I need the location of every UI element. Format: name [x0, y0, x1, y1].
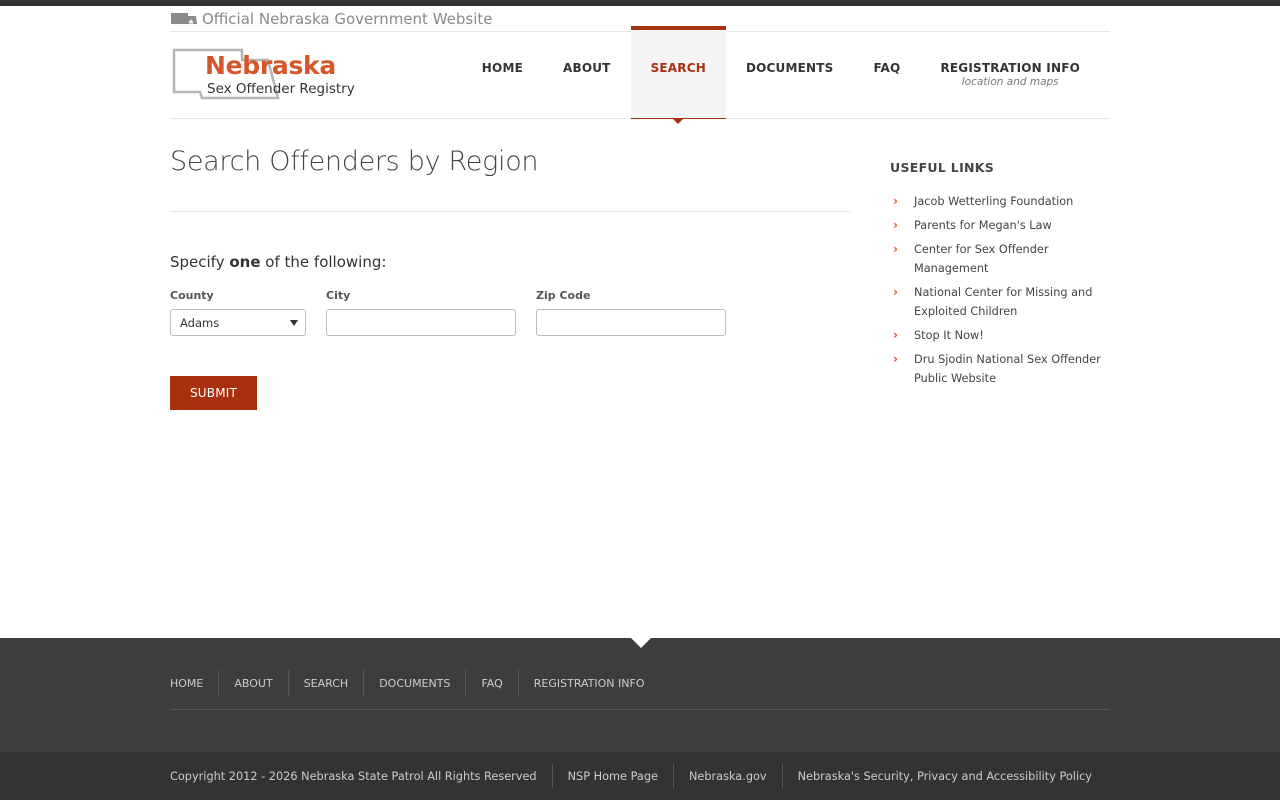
specify-prefix: Specify	[170, 253, 230, 271]
sidebar-title: USEFUL LINKS	[890, 160, 995, 175]
zip-label: Zip Code	[536, 289, 591, 302]
nav-faq-label: FAQ	[873, 61, 901, 75]
nav-home[interactable]: HOME	[462, 26, 543, 119]
list-item[interactable]: › Jacob Wetterling Foundation	[890, 192, 1110, 211]
nav-about-label: ABOUT	[562, 61, 611, 75]
submit-button[interactable]: SUBMIT	[170, 376, 257, 410]
link-text[interactable]: Center for Sex Offender Management	[914, 240, 1110, 278]
dropdown-arrow-icon	[290, 320, 298, 326]
nav-search[interactable]: SEARCH	[630, 26, 727, 124]
nsp-home-link[interactable]: NSP Home Page	[551, 764, 673, 788]
header-wrap: Official Nebraska Government Website Neb…	[170, 6, 1110, 124]
list-item[interactable]: › Center for Sex Offender Management	[890, 240, 1110, 278]
zip-field: Zip Code	[536, 289, 726, 336]
nav-registration-label: REGISTRATION INFO	[940, 61, 1080, 75]
city-label: City	[326, 289, 351, 302]
link-text[interactable]: Dru Sjodin National Sex Offender Public …	[914, 350, 1110, 388]
logo-subtitle: Sex Offender Registry	[207, 81, 355, 97]
nebraska-gov-link[interactable]: Nebraska.gov	[672, 764, 782, 788]
site-logo[interactable]: Nebraska Sex Offender Registry	[172, 48, 362, 104]
footer-bottom-bar: Copyright 2012 - 2026 Nebraska State Pat…	[0, 752, 1280, 800]
nav-registration-info[interactable]: REGISTRATION INFO location and maps	[920, 26, 1100, 119]
nav-registration-sub: location and maps	[961, 76, 1059, 88]
footer-nav-search[interactable]: SEARCH	[287, 670, 364, 696]
chevron-right-icon: ›	[893, 218, 898, 232]
chevron-right-icon: ›	[893, 242, 898, 256]
useful-links-list: › Jacob Wetterling Foundation › Parents fo…	[890, 192, 1110, 388]
link-text[interactable]: Jacob Wetterling Foundation	[914, 192, 1073, 211]
footer-divider	[170, 709, 1110, 710]
chevron-right-icon: ›	[893, 285, 898, 299]
main-nav: HOME ABOUT SEARCH DOCUMENTS FAQ REGISTRA…	[462, 26, 1100, 124]
chevron-right-icon: ›	[893, 194, 898, 208]
specify-suffix: of the following:	[260, 253, 387, 271]
privacy-policy-link[interactable]: Nebraska's Security, Privacy and Accessi…	[781, 764, 1107, 788]
footer-nav: HOME ABOUT SEARCH DOCUMENTS FAQ REGISTRA…	[170, 670, 1110, 696]
nav-faq[interactable]: FAQ	[854, 26, 921, 119]
nav-home-label: HOME	[481, 61, 523, 75]
list-item[interactable]: › National Center for Missing and Exploit…	[890, 283, 1110, 321]
site-header: Nebraska Sex Offender Registry HOME ABOU…	[170, 26, 1110, 124]
copyright-text: Copyright 2012 - 2026 Nebraska State Pat…	[170, 769, 537, 783]
page-title: Search Offenders by Region	[170, 146, 539, 177]
county-field: County Adams	[170, 289, 306, 336]
link-text[interactable]: National Center for Missing and Exploite…	[914, 283, 1110, 321]
nav-search-label: SEARCH	[650, 61, 706, 75]
search-fields: County Adams City Zip Code	[170, 289, 850, 336]
footer-bottom-links: Copyright 2012 - 2026 Nebraska State Pat…	[170, 764, 1107, 788]
main-content: Search Offenders by Region Specify one o…	[170, 118, 850, 410]
divider	[170, 211, 850, 212]
city-field: City	[326, 289, 516, 336]
logo-title: Nebraska	[205, 51, 336, 80]
nav-about[interactable]: ABOUT	[543, 26, 631, 119]
chevron-right-icon: ›	[893, 328, 898, 342]
footer-nav-documents[interactable]: DOCUMENTS	[363, 670, 465, 696]
specify-instruction: Specify one of the following:	[170, 253, 850, 271]
nebraska-state-icon	[171, 12, 197, 24]
nav-documents-label: DOCUMENTS	[745, 61, 834, 75]
nav-documents[interactable]: DOCUMENTS	[726, 26, 854, 119]
zip-code-input[interactable]	[536, 309, 726, 336]
specify-bold: one	[229, 253, 261, 271]
list-item[interactable]: › Stop It Now!	[890, 326, 1110, 345]
list-item[interactable]: › Dru Sjodin National Sex Offender Public…	[890, 350, 1110, 388]
useful-links-sidebar: USEFUL LINKS › Jacob Wetterling Foundatio…	[890, 160, 1110, 393]
list-item[interactable]: › Parents for Megan's Law	[890, 216, 1110, 235]
county-select[interactable]: Adams	[170, 309, 306, 336]
footer-nav-home[interactable]: HOME	[170, 670, 218, 696]
link-text[interactable]: Parents for Megan's Law	[914, 216, 1052, 235]
site-footer: HOME ABOUT SEARCH DOCUMENTS FAQ REGISTRA…	[0, 638, 1280, 800]
chevron-right-icon: ›	[893, 352, 898, 366]
footer-nav-about[interactable]: ABOUT	[218, 670, 287, 696]
city-input[interactable]	[326, 309, 516, 336]
footer-nav-faq[interactable]: FAQ	[465, 670, 517, 696]
footer-nav-registration-info[interactable]: REGISTRATION INFO	[517, 670, 660, 696]
official-text: Official Nebraska Government Website	[202, 9, 493, 28]
county-label: County	[170, 289, 214, 302]
county-selected-value: Adams	[180, 315, 220, 330]
link-text[interactable]: Stop It Now!	[914, 326, 984, 345]
